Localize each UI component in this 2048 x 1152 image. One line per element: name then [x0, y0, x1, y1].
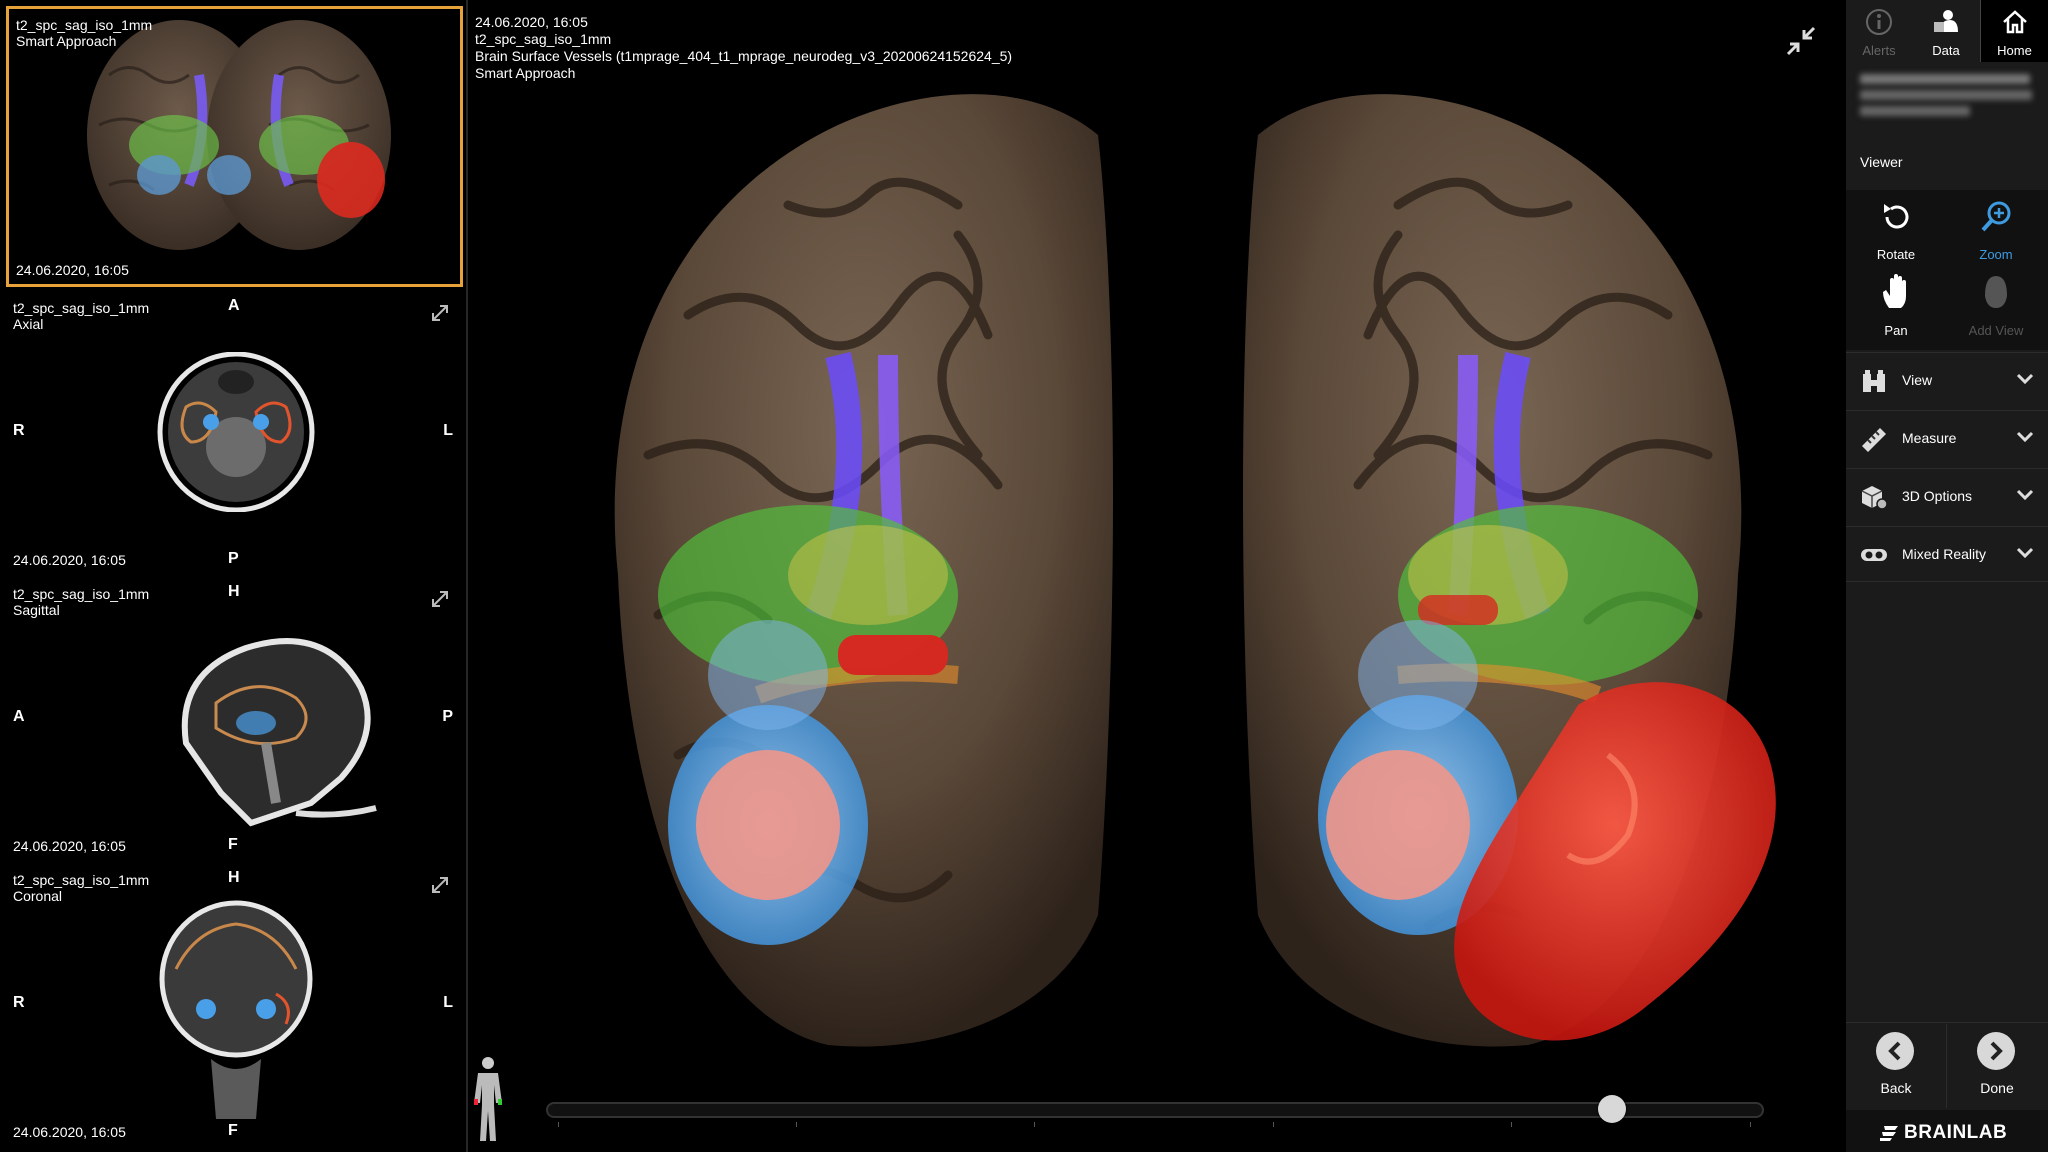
- thumbnail-sagittal-view[interactable]: t2_spc_sag_iso_1mm Sagittal H F A P 24.0…: [6, 578, 463, 860]
- mixed-reality-accordion[interactable]: Mixed Reality: [1846, 526, 2048, 582]
- back-circle: [1876, 1032, 1914, 1070]
- orientation-right-label: L: [443, 422, 453, 439]
- collapse-view-icon[interactable]: [1784, 24, 1818, 58]
- chevron-down-icon: [2016, 373, 2034, 385]
- back-label: Back: [1880, 1080, 1912, 1096]
- viewer-mode: Smart Approach: [475, 65, 576, 81]
- info-icon: [1866, 9, 1892, 35]
- orientation-top-label: H: [228, 583, 240, 600]
- patient-info-redacted: [1860, 74, 2036, 126]
- add-view-button[interactable]: Add View: [1946, 270, 2046, 342]
- tab-alerts[interactable]: Alerts: [1846, 0, 1912, 62]
- expand-view-icon[interactable]: [429, 588, 451, 610]
- chevron-down-icon: [2016, 431, 2034, 443]
- thumbnail-date: 24.06.2020, 16:05: [13, 1124, 126, 1140]
- expand-view-icon[interactable]: [429, 302, 451, 324]
- pan-tool-button[interactable]: Pan: [1846, 270, 1946, 342]
- rotate-icon: [1884, 204, 1909, 229]
- tab-data[interactable]: Data: [1913, 0, 1979, 62]
- thumbnail-view-type: Sagittal: [13, 602, 60, 618]
- tab-alerts-label: Alerts: [1862, 43, 1896, 58]
- viewer-date: 24.06.2020, 16:05: [475, 14, 588, 30]
- chevron-right-icon: [1990, 1041, 2003, 1061]
- vr-headset-icon: [1861, 549, 1887, 561]
- sagittal-mri-image: [181, 638, 377, 827]
- orientation-bottom-label: F: [228, 1122, 238, 1139]
- mixed-reality-label: Mixed Reality: [1902, 546, 1987, 562]
- rotate-label: Rotate: [1876, 247, 1916, 262]
- tab-home[interactable]: Home: [1980, 0, 2048, 62]
- patient-orientation-figure-icon: [474, 1057, 502, 1141]
- main-3d-viewport[interactable]: 24.06.2020, 16:05 t2_spc_sag_iso_1mm Bra…: [468, 0, 1844, 1152]
- orientation-right-label: P: [442, 708, 453, 725]
- orientation-top-label: A: [228, 297, 240, 314]
- thumbnail-date: 24.06.2020, 16:05: [13, 838, 126, 854]
- slice-slider[interactable]: [546, 1095, 1764, 1123]
- thumbnail-date: 24.06.2020, 16:05: [13, 552, 126, 568]
- cube-icon: [1861, 486, 1888, 510]
- orientation-top-label: H: [228, 869, 240, 886]
- orientation-left-label: A: [13, 708, 25, 725]
- thumbnail-view-type: Coronal: [13, 888, 63, 904]
- done-label: Done: [1980, 1080, 2014, 1096]
- done-circle: [1977, 1032, 2015, 1070]
- bottom-divider: [1846, 1022, 2048, 1023]
- chevron-down-icon: [2016, 547, 2034, 559]
- thumbnail-series-name: t2_spc_sag_iso_1mm: [13, 300, 150, 316]
- slider-ticks: [546, 1122, 1764, 1128]
- orientation-right-label: L: [443, 994, 453, 1011]
- view-label: View: [1902, 372, 1933, 388]
- brainlab-logo-icon: [1880, 1126, 1898, 1141]
- ruler-icon: [1862, 428, 1886, 452]
- thumbnail-series-name: t2_spc_sag_iso_1mm: [13, 586, 150, 602]
- orientation-left-label: R: [13, 994, 25, 1011]
- chevron-left-icon: [1888, 1041, 1901, 1061]
- brain-3d-thumbnail-image: [87, 20, 391, 250]
- add-view-icon: [1985, 276, 2007, 308]
- back-button[interactable]: Back: [1846, 1024, 1946, 1108]
- thumbnail-series-name: t2_spc_sag_iso_1mm: [13, 872, 150, 888]
- home-icon: [2003, 10, 2027, 34]
- tab-home-label: Home: [1997, 43, 2032, 58]
- add-view-label: Add View: [1968, 323, 2024, 338]
- 3d-options-label: 3D Options: [1902, 488, 1973, 504]
- viewer-object-description: Brain Surface Vessels (t1mprage_404_t1_m…: [475, 48, 1013, 64]
- measure-accordion[interactable]: Measure: [1846, 410, 2048, 466]
- rotate-tool-button[interactable]: Rotate: [1846, 194, 1946, 266]
- thumbnail-series-name: t2_spc_sag_iso_1mm: [16, 17, 153, 33]
- hand-icon: [1883, 274, 1906, 308]
- thumbnail-axial-view[interactable]: t2_spc_sag_iso_1mm Axial A P R L 24.06.2…: [6, 292, 463, 574]
- binoculars-icon: [1863, 370, 1885, 392]
- zoom-icon: [1981, 201, 2011, 232]
- brain-3d-render: [614, 94, 1776, 1047]
- tab-data-label: Data: [1932, 43, 1960, 58]
- measure-label: Measure: [1902, 430, 1957, 446]
- 3d-options-accordion[interactable]: 3D Options: [1846, 468, 2048, 524]
- pan-label: Pan: [1884, 323, 1908, 338]
- done-button[interactable]: Done: [1947, 1024, 2047, 1108]
- orientation-bottom-label: F: [228, 836, 238, 853]
- zoom-tool-button[interactable]: Zoom: [1946, 194, 2046, 266]
- viewer-series-name: t2_spc_sag_iso_1mm: [475, 31, 612, 47]
- orientation-left-label: R: [13, 422, 25, 439]
- brand-bar: BRAINLAB: [1846, 1110, 2048, 1152]
- brand-name: BRAINLAB: [1904, 1122, 2008, 1143]
- chevron-down-icon: [2016, 489, 2034, 501]
- thumbnail-coronal-view[interactable]: t2_spc_sag_iso_1mm Coronal H F R L 24.06…: [6, 864, 463, 1146]
- section-title: Viewer: [1860, 154, 1903, 170]
- right-sidebar: Alerts Data Home Viewer Rotate Zoom Pan …: [1846, 0, 2048, 1152]
- patient-data-icon: [1934, 10, 1958, 32]
- thumbnail-view-type: Smart Approach: [16, 33, 117, 49]
- orientation-bottom-label: P: [228, 550, 239, 567]
- view-accordion[interactable]: View: [1846, 352, 2048, 408]
- thumbnail-view-type: Axial: [13, 316, 44, 332]
- zoom-label: Zoom: [1979, 247, 2013, 262]
- axial-mri-image: [157, 352, 315, 512]
- coronal-mri-image: [159, 900, 313, 1119]
- thumbnail-date: 24.06.2020, 16:05: [16, 262, 129, 278]
- thumbnail-3d-view[interactable]: t2_spc_sag_iso_1mm Smart Approach 24.06.…: [6, 6, 463, 287]
- slider-handle[interactable]: [1597, 1095, 1626, 1123]
- expand-view-icon[interactable]: [429, 874, 451, 896]
